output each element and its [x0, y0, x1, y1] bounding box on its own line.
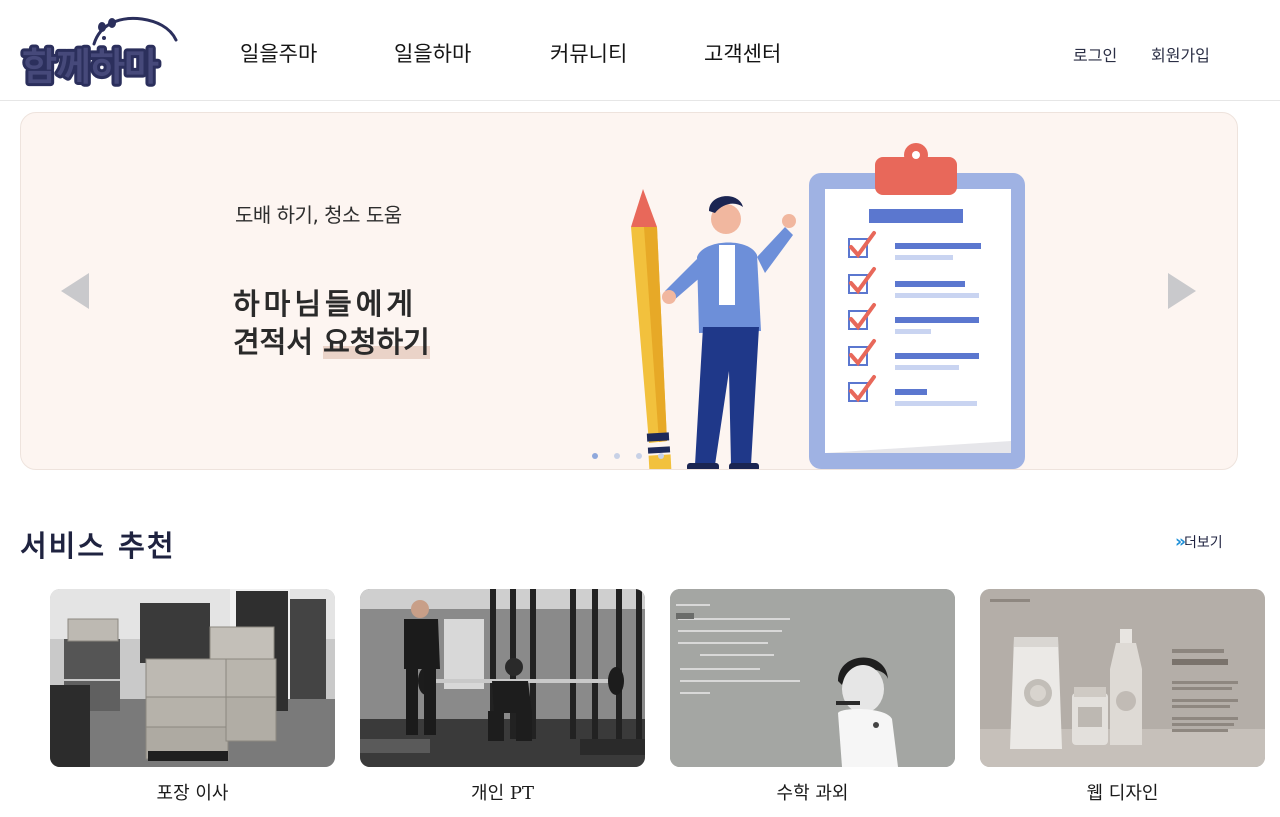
- nav-item-community[interactable]: 커뮤니티: [550, 38, 627, 68]
- more-label: 더보기: [1183, 535, 1223, 551]
- service-label: 수학 과외: [776, 783, 849, 804]
- pagination-dot[interactable]: [614, 453, 620, 459]
- site-header: 함께하마 함께하마 일을주마 일을하마 커뮤니티 고객센터 로그인 회원가입: [0, 0, 1280, 101]
- banner-title-highlight: 요청하기: [323, 325, 430, 359]
- service-image: [50, 589, 335, 767]
- hippo-logo-icon: 함께하마 함께하마: [20, 16, 178, 90]
- double-chevron-right-icon: »: [1175, 532, 1186, 552]
- nav-item-give-work[interactable]: 일을주마: [240, 38, 317, 68]
- gym-photo: [360, 589, 645, 767]
- logo[interactable]: 함께하마 함께하마: [20, 14, 185, 90]
- moving-photo: [50, 589, 335, 767]
- service-card-math-tutoring[interactable]: 수학 과외: [670, 589, 955, 804]
- more-link[interactable]: »더보기: [1175, 532, 1223, 552]
- logo-text: 함께하마: [22, 45, 159, 89]
- service-card-personal-training[interactable]: 개인 PT: [360, 589, 645, 804]
- login-link[interactable]: 로그인: [1073, 42, 1117, 66]
- clipboard-person-illustration: [631, 143, 1025, 469]
- section-title: 서비스 추천: [20, 529, 176, 563]
- signup-link[interactable]: 회원가입: [1151, 42, 1210, 66]
- banner-title-line2: 견적서 요청하기: [233, 325, 430, 359]
- nav-item-customer-center[interactable]: 고객센터: [704, 38, 781, 68]
- service-card-moving[interactable]: 포장 이사: [50, 589, 335, 804]
- service-image: [980, 589, 1265, 767]
- banner-title: 하마님들에게 견적서 요청하기: [233, 285, 430, 361]
- hero-banner[interactable]: 도배 하기, 청소 도움 하마님들에게 견적서 요청하기: [20, 112, 1238, 470]
- service-card-web-design[interactable]: 웹 디자인: [980, 589, 1265, 804]
- banner-subtitle: 도배 하기, 청소 도움: [235, 203, 402, 227]
- service-label: 웹 디자인: [1086, 783, 1159, 804]
- banner-next-arrow[interactable]: [1168, 273, 1196, 309]
- pagination-dot[interactable]: [592, 453, 598, 459]
- banner-title-line1: 하마님들에게: [233, 287, 418, 321]
- nav-item-do-work[interactable]: 일을하마: [394, 38, 471, 68]
- product-design-photo: [980, 589, 1265, 767]
- service-label: 개인 PT: [471, 783, 534, 804]
- service-image: [360, 589, 645, 767]
- service-image: [670, 589, 955, 767]
- math-lesson-photo: [670, 589, 955, 767]
- pagination-dot[interactable]: [658, 453, 664, 459]
- banner-prev-arrow[interactable]: [61, 273, 89, 309]
- pagination-dot[interactable]: [636, 453, 642, 459]
- service-label: 포장 이사: [156, 783, 229, 804]
